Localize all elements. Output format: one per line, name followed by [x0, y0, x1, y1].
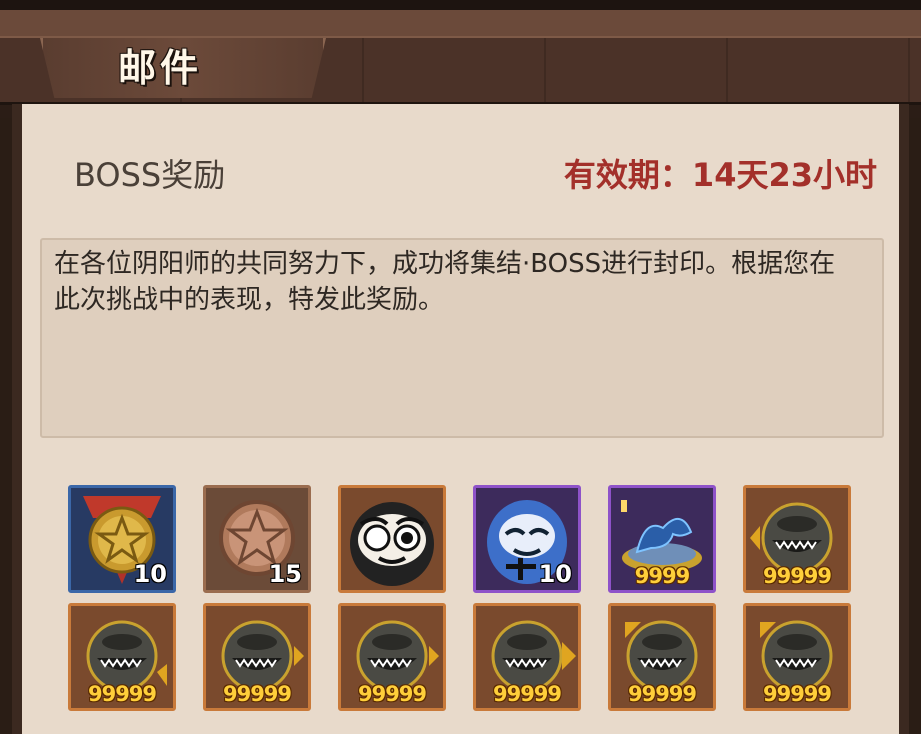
reward-quantity: 99999: [627, 682, 697, 706]
reward-item[interactable]: 9999: [608, 485, 716, 593]
reward-item[interactable]: 99999: [203, 603, 311, 711]
reward-item[interactable]: 10: [68, 485, 176, 593]
reward-item[interactable]: 15: [203, 485, 311, 593]
reward-item[interactable]: 99999: [68, 603, 176, 711]
reward-quantity: 10: [133, 560, 167, 588]
page-title: 邮件: [118, 46, 203, 90]
mail-body-text: 在各位阴阳师的共同努力下，成功将集结·BOSS进行封印。根据您在此次挑战中的表现…: [54, 249, 836, 315]
reward-item[interactable]: 99999: [608, 603, 716, 711]
reward-item[interactable]: [338, 485, 446, 593]
reward-item[interactable]: 99999: [338, 603, 446, 711]
reward-quantity: 99999: [222, 682, 292, 706]
reward-quantity: 9999: [634, 564, 690, 588]
reward-quantity: 10: [538, 560, 572, 588]
mail-expiry: 有效期：14天23小时: [563, 156, 877, 194]
mail-subject: BOSS奖励: [74, 156, 226, 194]
reward-item[interactable]: 99999: [743, 603, 851, 711]
white-daruma-icon: [350, 502, 434, 586]
reward-item[interactable]: 99999: [743, 485, 851, 593]
reward-quantity: 99999: [87, 682, 157, 706]
reward-quantity: 15: [268, 560, 302, 588]
reward-item[interactable]: 10: [473, 485, 581, 593]
reward-quantity: 99999: [357, 682, 427, 706]
reward-quantity: 99999: [762, 564, 832, 588]
reward-quantity: 99999: [762, 682, 832, 706]
reward-quantity: 99999: [492, 682, 562, 706]
reward-item[interactable]: 99999: [473, 603, 581, 711]
